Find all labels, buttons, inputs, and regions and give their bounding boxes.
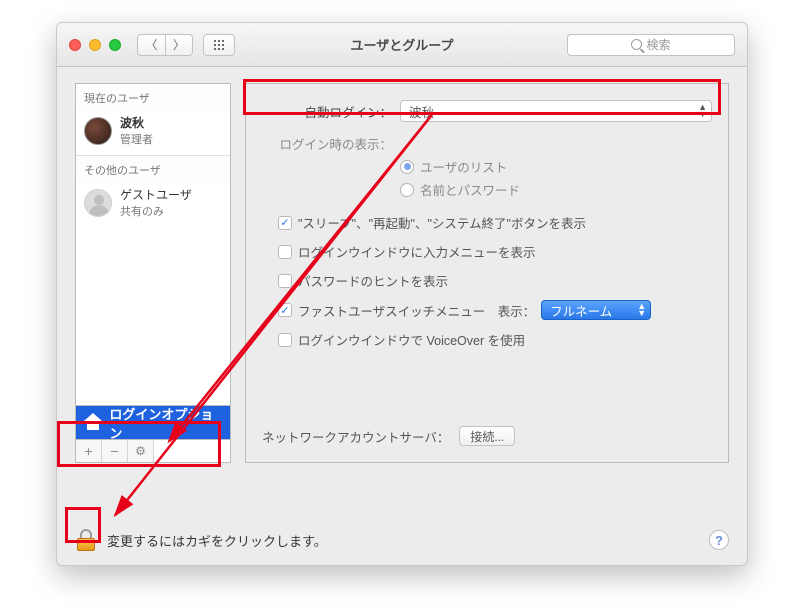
auto-login-value: 波秋 bbox=[409, 102, 434, 121]
login-display-radio-group: ユーザのリスト 名前とパスワード bbox=[400, 157, 712, 199]
guest-user-role: 共有のみ bbox=[120, 203, 192, 219]
network-account-label: ネットワークアカウントサーバ： bbox=[262, 427, 449, 446]
login-options-panel: 自動ログイン： 波秋 ▲▼ ログイン時の表示： ユーザのリスト bbox=[245, 83, 729, 463]
grid-icon bbox=[213, 39, 225, 51]
updown-icon: ▲▼ bbox=[698, 104, 707, 118]
network-connect-button[interactable]: 接続... bbox=[459, 426, 515, 446]
fast-switch-popup[interactable]: フルネーム ▲▼ bbox=[541, 300, 651, 320]
updown-icon: ▲▼ bbox=[637, 303, 646, 317]
home-icon bbox=[84, 415, 101, 431]
sidebar-login-options[interactable]: ログインオプション bbox=[76, 405, 230, 439]
radio-name-password[interactable]: 名前とパスワード bbox=[400, 180, 712, 199]
add-user-button[interactable]: + bbox=[76, 440, 102, 462]
sidebar-guest-user[interactable]: ゲストユーザ 共有のみ bbox=[76, 182, 230, 227]
chevron-left-icon: 〈 bbox=[145, 36, 157, 53]
checkbox-icon: ✓ bbox=[278, 216, 292, 230]
nav-forward-button[interactable]: 〉 bbox=[165, 34, 193, 56]
chk-voiceover[interactable]: ログインウインドウで VoiceOver を使用 bbox=[278, 330, 712, 349]
lock-text: 変更するにはカギをクリックします。 bbox=[107, 531, 327, 550]
nav-back-button[interactable]: 〈 bbox=[137, 34, 165, 56]
sidebar-heading-other: その他のユーザ bbox=[76, 156, 230, 182]
user-avatar bbox=[84, 117, 112, 145]
checkbox-icon: ✓ bbox=[278, 303, 292, 317]
lock-row: 変更するにはカギをクリックします。 ? bbox=[75, 529, 729, 551]
chk-fast-user-switching[interactable]: ✓ ファストユーザスイッチメニュー 表示： フルネーム ▲▼ bbox=[278, 300, 712, 320]
close-window-button[interactable] bbox=[69, 39, 81, 51]
sidebar-plus-minus-bar: + − ⚙ bbox=[76, 439, 230, 462]
chk-input-menu[interactable]: ログインウインドウに入力メニューを表示 bbox=[278, 242, 712, 261]
system-preferences-window: 〈 〉 ユーザとグループ 検索 現在のユーザ 波秋 管理者 bbox=[56, 22, 748, 566]
nav-back-forward: 〈 〉 bbox=[137, 34, 193, 56]
auto-login-popup[interactable]: 波秋 ▲▼ bbox=[400, 100, 712, 122]
radio-user-list[interactable]: ユーザのリスト bbox=[400, 157, 712, 176]
user-gear-button[interactable]: ⚙ bbox=[128, 440, 154, 462]
login-display-label: ログイン時の表示： bbox=[262, 134, 392, 153]
radio-icon bbox=[400, 160, 414, 174]
help-button[interactable]: ? bbox=[709, 530, 729, 550]
search-field[interactable]: 検索 bbox=[567, 34, 735, 56]
search-placeholder: 検索 bbox=[646, 36, 670, 53]
users-sidebar: 現在のユーザ 波秋 管理者 その他のユーザ ゲストユーザ 共有のみ bbox=[75, 83, 231, 463]
chevron-right-icon: 〉 bbox=[173, 36, 185, 53]
sidebar-current-user[interactable]: 波秋 管理者 bbox=[76, 110, 230, 155]
window-traffic-lights bbox=[69, 39, 121, 51]
gear-icon: ⚙ bbox=[135, 444, 146, 458]
preferences-body: 現在のユーザ 波秋 管理者 その他のユーザ ゲストユーザ 共有のみ bbox=[57, 67, 747, 565]
guest-avatar-icon bbox=[84, 189, 112, 217]
guest-user-name: ゲストユーザ bbox=[120, 186, 192, 203]
chk-sleep-restart-shutdown[interactable]: ✓ "スリープ"、"再起動"、"システム終了"ボタンを表示 bbox=[278, 213, 712, 232]
network-account-row: ネットワークアカウントサーバ： 接続... bbox=[262, 426, 712, 446]
search-icon bbox=[631, 39, 642, 50]
fast-switch-value: フルネーム bbox=[550, 301, 612, 320]
checkbox-icon bbox=[278, 245, 292, 259]
checkbox-icon bbox=[278, 333, 292, 347]
checkbox-icon bbox=[278, 274, 292, 288]
radio-icon bbox=[400, 183, 414, 197]
auto-login-label: 自動ログイン： bbox=[262, 102, 392, 121]
zoom-window-button[interactable] bbox=[109, 39, 121, 51]
chk-password-hint[interactable]: パスワードのヒントを表示 bbox=[278, 271, 712, 290]
lock-button[interactable] bbox=[75, 529, 97, 551]
current-user-role: 管理者 bbox=[120, 131, 153, 147]
remove-user-button[interactable]: − bbox=[102, 440, 128, 462]
current-user-name: 波秋 bbox=[120, 114, 153, 131]
titlebar: 〈 〉 ユーザとグループ 検索 bbox=[57, 23, 747, 67]
minimize-window-button[interactable] bbox=[89, 39, 101, 51]
login-options-label: ログインオプション bbox=[109, 404, 222, 442]
show-all-button[interactable] bbox=[203, 34, 235, 56]
sidebar-heading-current: 現在のユーザ bbox=[76, 84, 230, 110]
